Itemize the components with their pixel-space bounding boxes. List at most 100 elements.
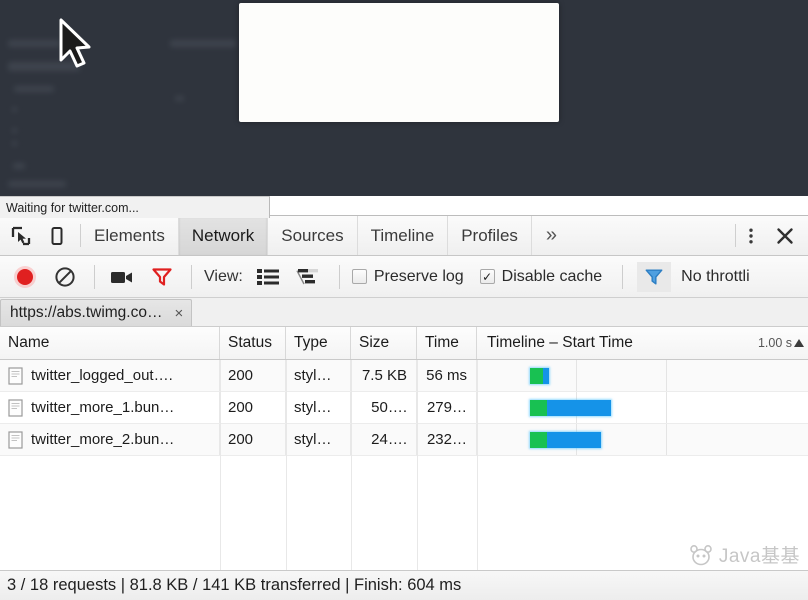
timeline-scale-label: 1.00 s [757, 336, 792, 350]
column-header-timeline-label: Timeline – Start Time [487, 334, 633, 351]
toolbar-divider-1 [94, 264, 95, 289]
devtools-panel: Elements Network Sources Timeline Profil… [0, 215, 808, 600]
cell-size: 7.5 KB [351, 360, 417, 391]
cell-type: styl… [286, 392, 351, 423]
waterfall-bar-download [542, 368, 549, 384]
blurred-bullet [12, 107, 17, 112]
column-header-status-label: Status [228, 334, 272, 351]
page-loading-status-text: Waiting for twitter.com... [6, 200, 139, 215]
file-icon [8, 366, 23, 385]
waterfall-bar-waiting [529, 368, 543, 384]
network-status-bar-text: 3 / 18 requests | 81.8 KB / 141 KB trans… [7, 576, 462, 594]
devtools-tabs: Elements Network Sources Timeline Profil… [81, 216, 735, 255]
cell-status: 200 [220, 424, 286, 455]
disable-cache-checkbox-box: ✓ [479, 269, 495, 284]
cell-waterfall [477, 392, 808, 423]
waterfall-bar [529, 432, 601, 448]
device-toolbar-icon[interactable] [46, 225, 68, 247]
cell-status: 200 [220, 360, 286, 391]
waterfall-bar [529, 368, 549, 384]
preserve-log-checkbox-box [351, 269, 367, 284]
clear-button[interactable] [50, 262, 80, 292]
more-tabs-label: » [545, 224, 558, 246]
cell-name-label: twitter_logged_out…. [31, 367, 173, 384]
filter-chip-url[interactable]: https://abs.twimg.co… × [0, 299, 193, 326]
devtools-tabbar-right [736, 216, 808, 255]
blurred-bullet [12, 128, 17, 133]
table-body: twitter_logged_out…. 200 styl… 7.5 KB 56… [0, 360, 808, 570]
tab-timeline-label: Timeline [370, 225, 435, 245]
cell-name: twitter_logged_out…. [0, 360, 220, 391]
tab-elements-label: Elements [94, 225, 165, 245]
column-header-time[interactable]: Time [417, 327, 477, 359]
devtools-tabbar: Elements Network Sources Timeline Profil… [0, 216, 808, 256]
table-row[interactable]: twitter_logged_out…. 200 styl… 7.5 KB 56… [0, 360, 808, 392]
tab-sources-label: Sources [281, 225, 344, 245]
cell-size: 24…. [351, 424, 417, 455]
toolbar-divider-4 [622, 264, 624, 289]
tab-timeline[interactable]: Timeline [358, 216, 449, 255]
network-request-table: Name Status Type Size Time Timeline – St… [0, 327, 808, 570]
disable-cache-label: Disable cache [501, 267, 603, 285]
network-filter-row: https://abs.twimg.co… × [0, 298, 808, 327]
throttle-filter-icon[interactable] [637, 261, 672, 292]
file-icon [8, 430, 23, 449]
waterfall-view-icon[interactable] [295, 265, 321, 289]
close-icon[interactable] [770, 221, 800, 251]
column-header-status[interactable]: Status [220, 327, 286, 359]
toolbar-divider-3 [338, 264, 340, 289]
screenshot-root: Waiting for twitter.com... Elements Netw… [0, 0, 808, 600]
table-row[interactable]: twitter_more_1.bun… 200 styl… 50…. 279… [0, 392, 808, 424]
throttling-selector[interactable]: No throttli [681, 268, 749, 286]
mouse-cursor-icon [59, 18, 91, 68]
tab-profiles[interactable]: Profiles [448, 216, 532, 255]
waterfall-bar-waiting [529, 432, 547, 448]
table-header-row: Name Status Type Size Time Timeline – St… [0, 327, 808, 360]
tab-sources[interactable]: Sources [268, 216, 358, 255]
filter-chip-close-icon[interactable]: × [174, 305, 183, 322]
column-header-size[interactable]: Size [351, 327, 417, 359]
column-header-name[interactable]: Name [0, 327, 220, 359]
cell-name: twitter_more_1.bun… [0, 392, 220, 423]
cell-time: 56 ms [417, 360, 477, 391]
cell-size: 50…. [351, 392, 417, 423]
view-label: View: [204, 267, 243, 285]
more-tabs-button[interactable]: » [532, 216, 571, 255]
network-status-bar: 3 / 18 requests | 81.8 KB / 141 KB trans… [0, 570, 808, 600]
blurred-text-line [8, 181, 66, 187]
table-row[interactable]: twitter_more_2.bun… 200 styl… 24…. 232… [0, 424, 808, 456]
tab-network[interactable]: Network [178, 216, 269, 255]
browser-page-area [0, 0, 808, 196]
list-view-icon[interactable] [255, 265, 281, 289]
column-header-size-label: Size [359, 334, 390, 351]
blurred-text-line [8, 40, 60, 47]
sort-arrow-icon [794, 339, 804, 347]
cell-name-label: twitter_more_1.bun… [31, 399, 175, 416]
page-white-card [239, 3, 559, 122]
column-header-time-label: Time [425, 334, 459, 351]
cell-name: twitter_more_2.bun… [0, 424, 220, 455]
inspect-element-icon[interactable] [10, 225, 32, 247]
blurred-text-line [170, 40, 236, 47]
column-header-type[interactable]: Type [286, 327, 351, 359]
kebab-menu-icon[interactable] [736, 221, 766, 251]
filter-chip-label: https://abs.twimg.co… [10, 304, 163, 321]
record-button[interactable] [10, 262, 40, 292]
filter-button[interactable] [147, 262, 177, 292]
waterfall-bar-download [546, 400, 611, 416]
disable-cache-checkbox[interactable]: ✓ Disable cache [479, 267, 603, 286]
camera-button[interactable] [107, 262, 137, 292]
cell-type: styl… [286, 360, 351, 391]
column-header-timeline[interactable]: Timeline – Start Time 1.00 s [477, 327, 808, 359]
tab-elements[interactable]: Elements [81, 216, 179, 255]
preserve-log-checkbox[interactable]: Preserve log [351, 267, 464, 286]
cell-status: 200 [220, 392, 286, 423]
network-toolbar: View: Preserve log ✓ Disable cache No th… [0, 256, 808, 298]
waterfall-bar [529, 400, 611, 416]
preserve-log-label: Preserve log [373, 267, 464, 285]
blurred-bullet [12, 141, 17, 146]
cell-time: 232… [417, 424, 477, 455]
file-icon [8, 398, 23, 417]
column-header-type-label: Type [294, 334, 328, 351]
tab-network-label: Network [191, 225, 255, 245]
